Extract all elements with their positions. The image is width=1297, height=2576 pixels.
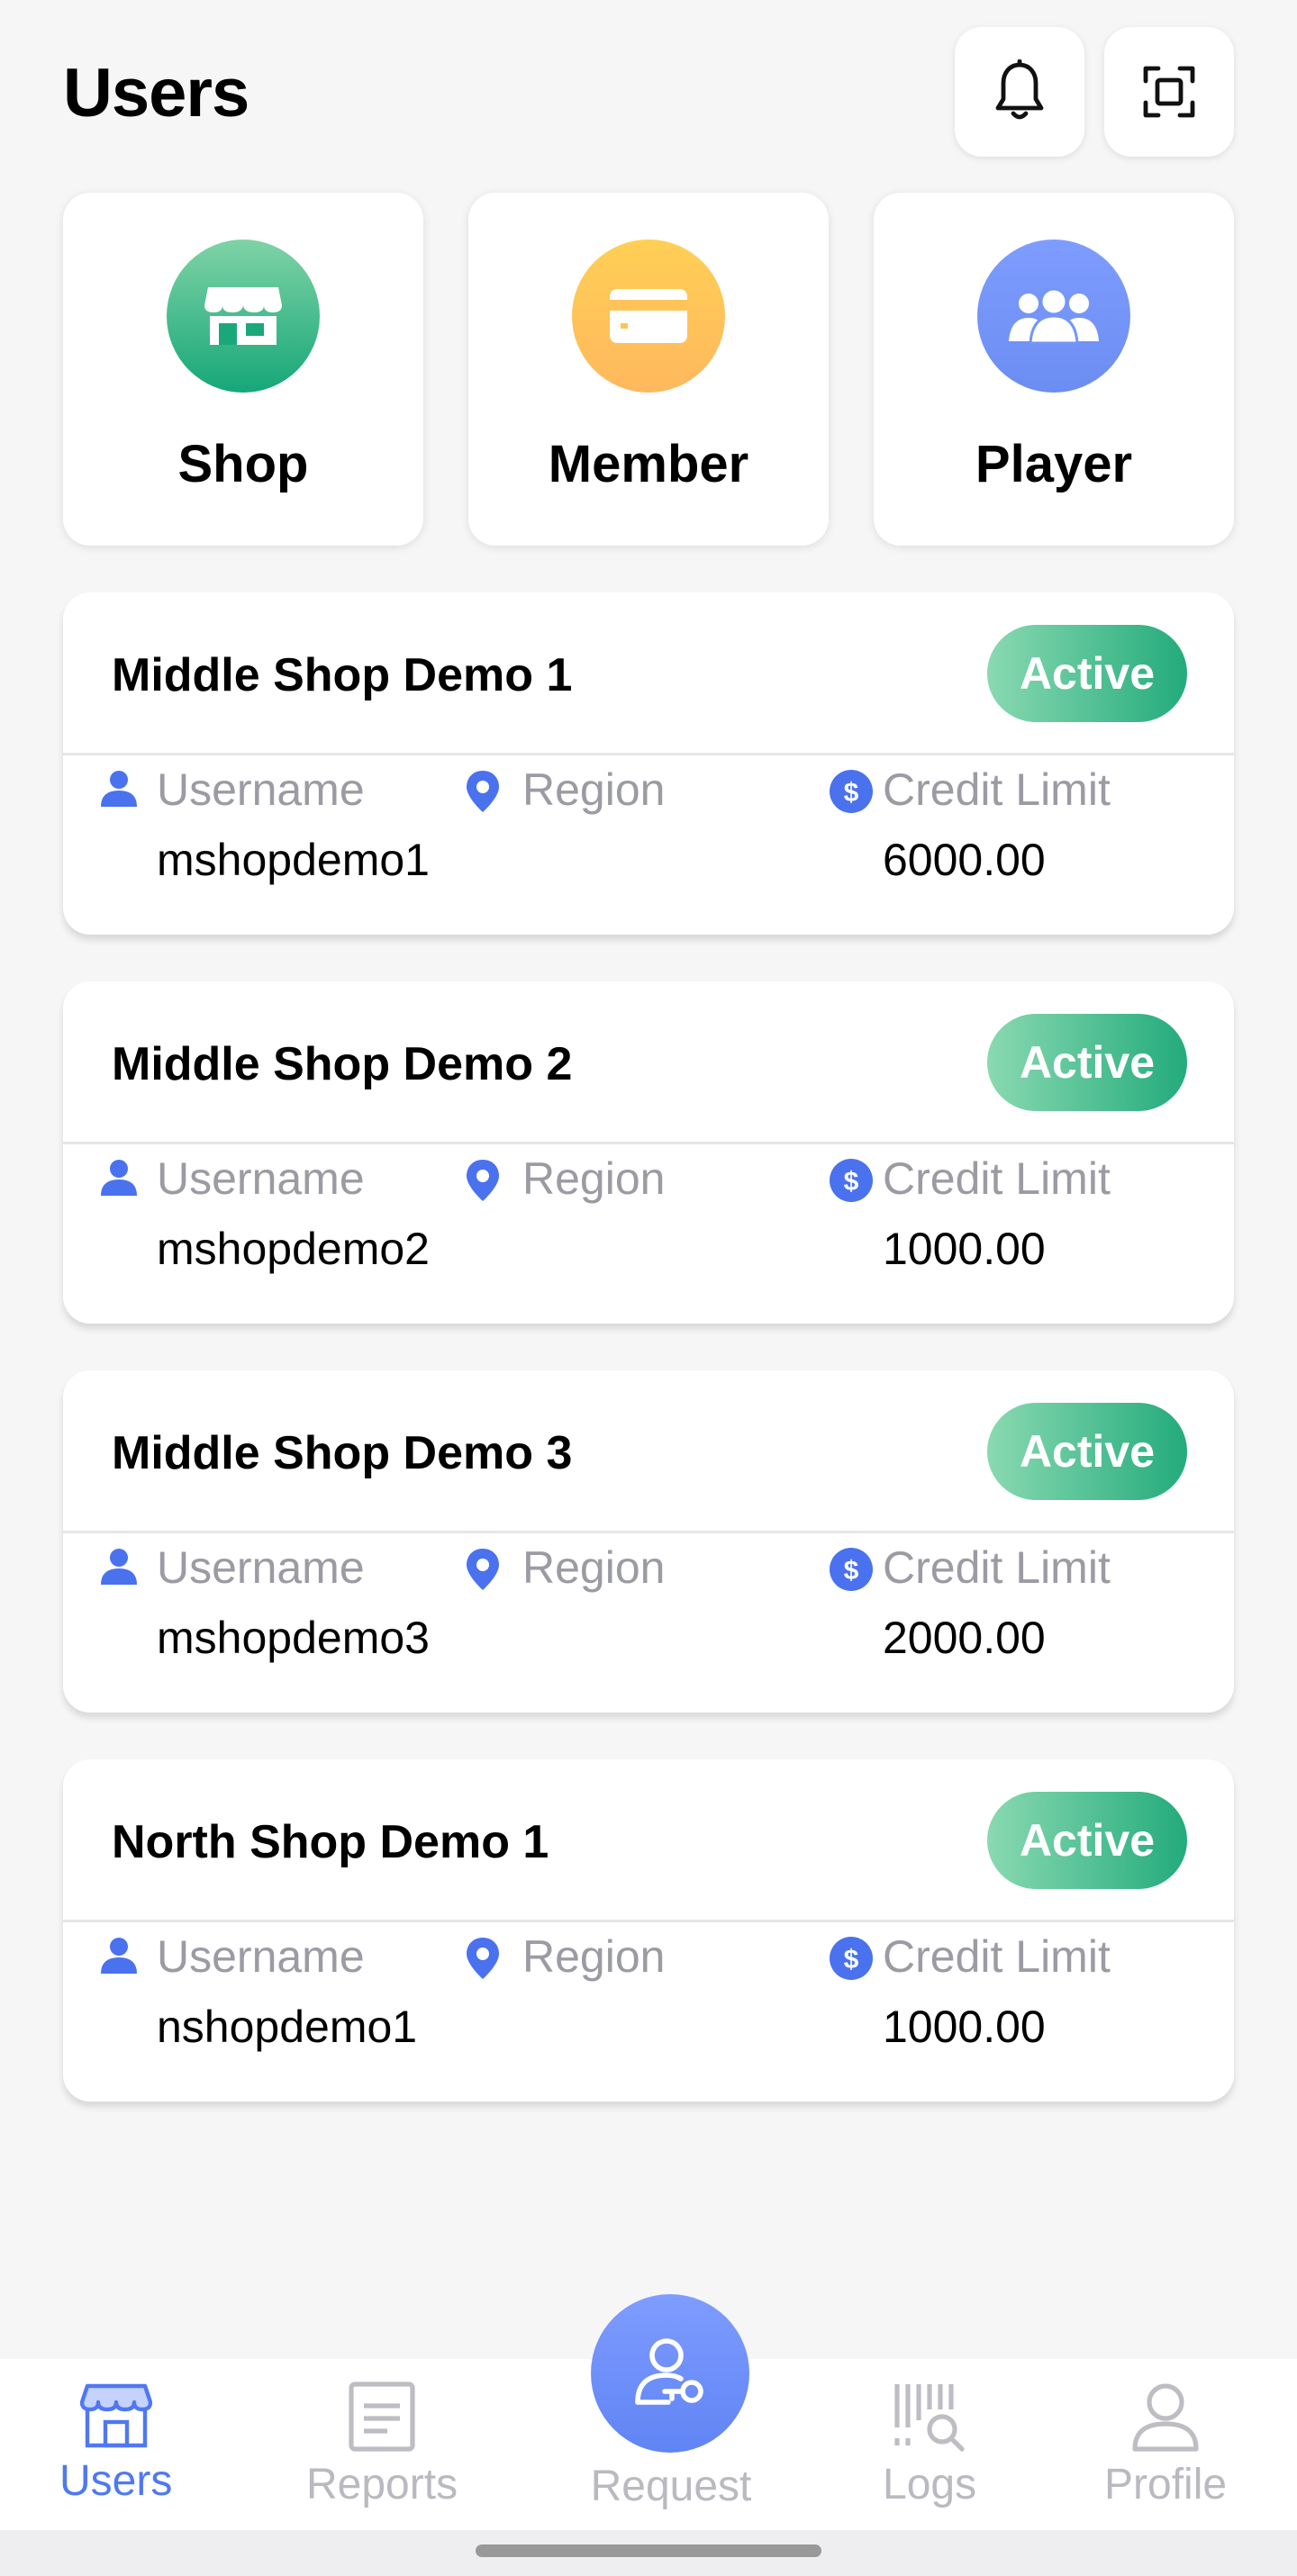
- location-pin-icon: [467, 1938, 499, 1979]
- user-icon: [101, 1160, 137, 1196]
- status-badge: Active: [987, 1403, 1187, 1500]
- user-icon: [101, 1549, 137, 1585]
- shop-name: Middle Shop Demo 3: [112, 1427, 573, 1479]
- card-divider: [63, 753, 1234, 755]
- svg-text:$: $: [844, 1945, 859, 1975]
- username-value: nshopdemo1: [157, 2002, 418, 2052]
- shop-card[interactable]: North Shop Demo 1 Active Username nshopd…: [63, 1759, 1234, 2101]
- username-label: Username: [157, 1931, 365, 1982]
- user-icon: [101, 1938, 137, 1974]
- page-title: Users: [63, 55, 249, 131]
- shop-name: Middle Shop Demo 1: [112, 649, 573, 701]
- nav-profile[interactable]: Profile: [1104, 2381, 1227, 2509]
- nav-reports-label: Reports: [306, 2461, 458, 2508]
- region-label: Region: [522, 1153, 666, 1204]
- credit-limit-value: 2000.00: [883, 1613, 1046, 1663]
- username-label: Username: [157, 1153, 365, 1204]
- shop-card[interactable]: Middle Shop Demo 1 Active Username mshop…: [63, 592, 1234, 935]
- nav-logs[interactable]: Logs: [883, 2381, 976, 2509]
- credit-limit-label: Credit Limit: [883, 1153, 1111, 1204]
- dollar-icon: $: [830, 1159, 873, 1202]
- group-icon: [1009, 287, 1099, 345]
- nav-profile-label: Profile: [1104, 2461, 1228, 2508]
- category-label-member: Member: [548, 435, 749, 493]
- region-label: Region: [522, 1542, 666, 1593]
- credit-limit-value: 1000.00: [883, 2002, 1046, 2052]
- status-badge: Active: [987, 625, 1187, 722]
- shop-icon-circle: [167, 240, 320, 393]
- nav-users[interactable]: Users: [59, 2381, 172, 2506]
- region-label: Region: [522, 764, 666, 815]
- user-key-icon: [635, 2338, 703, 2405]
- shop-card[interactable]: Middle Shop Demo 3 Active Username mshop…: [63, 1370, 1234, 1713]
- home-indicator[interactable]: [476, 2544, 821, 2557]
- card-divider: [63, 1920, 1234, 1922]
- dollar-icon: $: [830, 770, 873, 813]
- card-divider: [63, 1531, 1234, 1533]
- username-value: mshopdemo1: [157, 835, 430, 885]
- svg-text:$: $: [844, 778, 859, 808]
- card-divider: [63, 1142, 1234, 1144]
- nav-request[interactable]: [591, 2294, 749, 2453]
- nav-reports[interactable]: Reports: [306, 2381, 458, 2509]
- credit-limit-label: Credit Limit: [883, 1931, 1111, 1982]
- region-label: Region: [522, 1931, 666, 1982]
- bell-icon: [995, 59, 1044, 120]
- credit-limit-value: 1000.00: [883, 1224, 1046, 1274]
- dollar-icon: $: [830, 1548, 873, 1591]
- credit-limit-label: Credit Limit: [883, 764, 1111, 815]
- nav-logs-label: Logs: [883, 2461, 977, 2508]
- group-icon-circle: [977, 240, 1130, 393]
- category-player[interactable]: Player: [874, 193, 1234, 546]
- person-icon: [1132, 2383, 1199, 2452]
- store-icon: [79, 2383, 152, 2448]
- category-label-shop: Shop: [177, 435, 309, 493]
- notifications-button[interactable]: [955, 27, 1084, 157]
- shop-icon: [204, 287, 282, 345]
- location-pin-icon: [467, 1549, 499, 1590]
- credit-limit-value: 6000.00: [883, 835, 1046, 885]
- shop-name: Middle Shop Demo 2: [112, 1038, 573, 1090]
- category-shop[interactable]: Shop: [63, 193, 423, 546]
- category-member[interactable]: Member: [468, 193, 829, 546]
- nav-request-label: Request: [590, 2463, 752, 2510]
- barcode-search-icon: [894, 2384, 965, 2452]
- svg-text:$: $: [844, 1167, 859, 1197]
- scan-button[interactable]: [1104, 27, 1234, 157]
- location-pin-icon: [467, 1160, 499, 1201]
- nav-users-label: Users: [59, 2457, 173, 2505]
- username-label: Username: [157, 1542, 365, 1593]
- username-label: Username: [157, 764, 365, 815]
- username-value: mshopdemo2: [157, 1224, 430, 1274]
- card-icon-circle: [572, 240, 725, 393]
- user-icon: [101, 771, 137, 807]
- category-label-player: Player: [975, 435, 1133, 493]
- scan-icon: [1143, 66, 1195, 118]
- dollar-icon: $: [830, 1937, 873, 1980]
- status-badge: Active: [987, 1792, 1187, 1889]
- credit-limit-label: Credit Limit: [883, 1542, 1111, 1593]
- username-value: mshopdemo3: [157, 1613, 430, 1663]
- svg-text:$: $: [844, 1556, 859, 1586]
- shop-name: North Shop Demo 1: [112, 1816, 549, 1868]
- status-badge: Active: [987, 1014, 1187, 1111]
- shop-card[interactable]: Middle Shop Demo 2 Active Username mshop…: [63, 981, 1234, 1324]
- location-pin-icon: [467, 771, 499, 812]
- document-icon: [349, 2382, 415, 2452]
- card-icon: [610, 289, 687, 343]
